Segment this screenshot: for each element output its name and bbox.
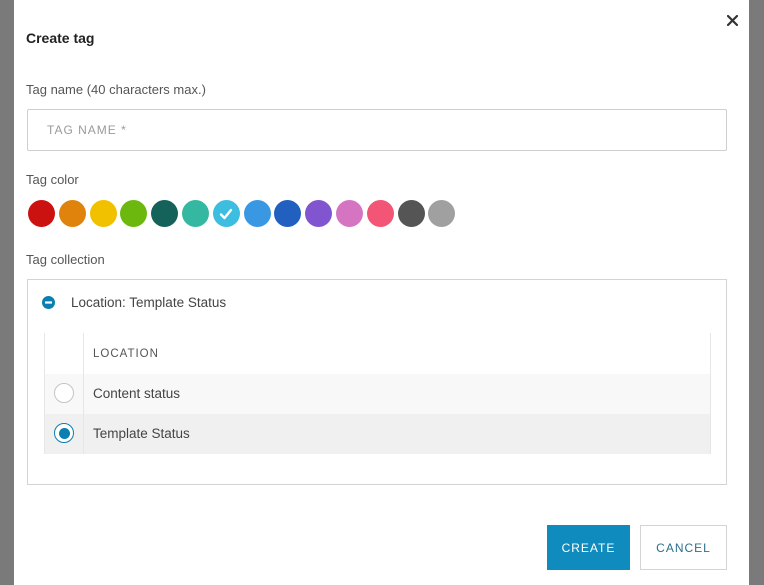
modal-backdrop-left bbox=[0, 0, 14, 585]
tag-name-input[interactable] bbox=[27, 109, 727, 151]
tag-collection-panel: Location: Template Status LOCATION Conte… bbox=[27, 279, 727, 485]
location-table: LOCATION Content status Template Status bbox=[44, 333, 711, 454]
collection-group-toggle[interactable]: Location: Template Status bbox=[42, 293, 226, 311]
create-tag-dialog: Create tag Tag name (40 characters max.)… bbox=[14, 0, 749, 585]
color-swatch[interactable] bbox=[58, 200, 86, 227]
column-divider bbox=[83, 333, 84, 454]
close-icon bbox=[726, 14, 738, 26]
color-swatch-selected[interactable] bbox=[212, 200, 240, 227]
create-button[interactable]: CREATE bbox=[547, 525, 630, 570]
location-column-header: LOCATION bbox=[93, 348, 159, 360]
location-table-header: LOCATION bbox=[45, 333, 710, 374]
dialog-title: Create tag bbox=[26, 30, 95, 46]
color-swatch[interactable] bbox=[151, 200, 179, 227]
cancel-button[interactable]: CANCEL bbox=[640, 525, 727, 570]
color-swatch[interactable] bbox=[120, 200, 148, 227]
tag-collection-label: Tag collection bbox=[26, 252, 105, 267]
color-swatch[interactable] bbox=[89, 200, 117, 227]
color-swatch[interactable] bbox=[28, 200, 55, 227]
color-swatch[interactable] bbox=[335, 200, 363, 227]
color-swatch[interactable] bbox=[305, 200, 333, 227]
location-row-content-status[interactable]: Content status bbox=[45, 374, 710, 414]
tag-color-label: Tag color bbox=[26, 172, 79, 187]
collection-group-label: Location: Template Status bbox=[71, 294, 227, 310]
color-swatch[interactable] bbox=[428, 200, 456, 227]
color-swatch[interactable] bbox=[397, 200, 425, 227]
color-swatch[interactable] bbox=[181, 200, 209, 227]
radio-button-selected[interactable] bbox=[54, 423, 74, 443]
modal-backdrop-right bbox=[749, 0, 764, 585]
tag-name-label: Tag name (40 characters max.) bbox=[26, 82, 206, 97]
location-row-template-status[interactable]: Template Status bbox=[45, 414, 710, 454]
checkmark-icon bbox=[220, 208, 233, 219]
location-row-label: Template Status bbox=[93, 426, 190, 441]
minus-circle-icon bbox=[42, 295, 55, 309]
radio-button[interactable] bbox=[54, 383, 74, 403]
tag-color-picker bbox=[28, 200, 459, 227]
close-button[interactable] bbox=[722, 10, 742, 30]
color-swatch[interactable] bbox=[274, 200, 302, 227]
color-swatch[interactable] bbox=[243, 200, 271, 227]
location-row-label: Content status bbox=[93, 386, 181, 401]
color-swatch[interactable] bbox=[366, 200, 394, 227]
